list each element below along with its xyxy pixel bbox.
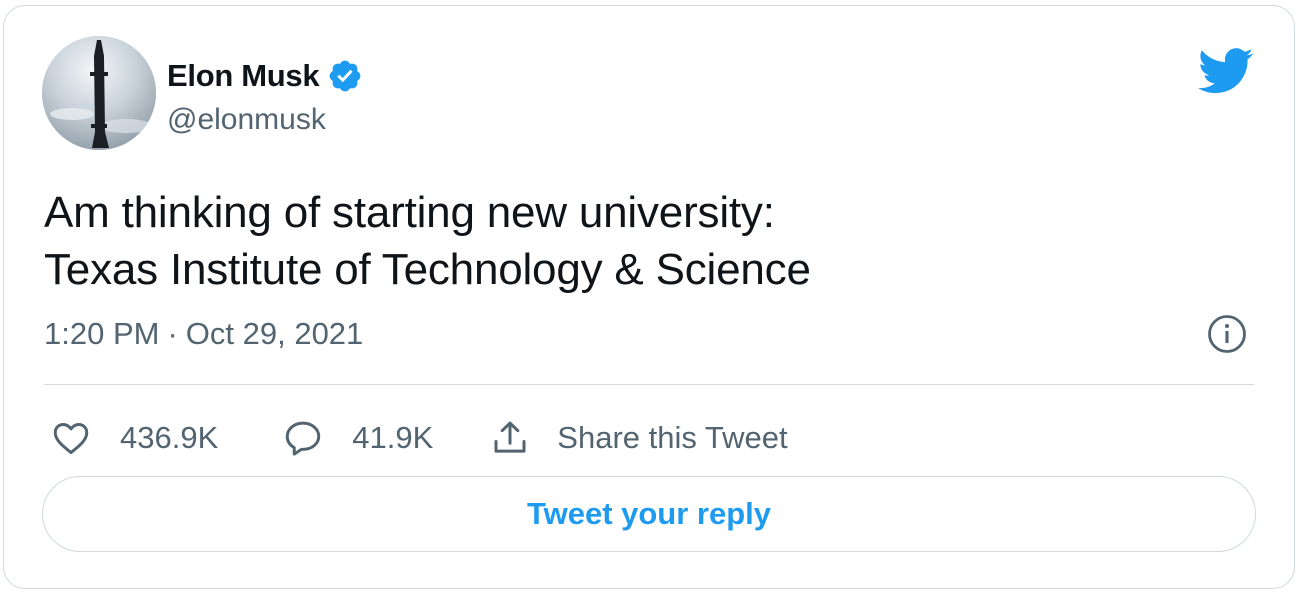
tweet-your-reply-button[interactable]: Tweet your reply bbox=[42, 476, 1256, 552]
reply-button[interactable]: 41.9K bbox=[282, 417, 433, 459]
share-upload-icon bbox=[494, 421, 526, 453]
speech-bubble-icon bbox=[286, 421, 321, 456]
author-name[interactable]: Elon Musk bbox=[167, 58, 320, 94]
twitter-bird-icon[interactable] bbox=[1198, 42, 1254, 98]
avatar[interactable] bbox=[42, 36, 156, 150]
heart-icon bbox=[53, 423, 89, 455]
tweet-timestamp[interactable]: 1:20 PM · Oct 29, 2021 bbox=[44, 316, 363, 352]
starship-avatar-icon bbox=[42, 36, 156, 150]
info-icon[interactable] bbox=[1206, 313, 1248, 355]
like-button[interactable]: 436.9K bbox=[50, 417, 218, 459]
tweet-actions: 436.9K 41.9K Share this Tweet bbox=[50, 413, 788, 463]
divider bbox=[44, 384, 1254, 385]
author-row: Elon Musk bbox=[167, 54, 363, 98]
tweet-date: Oct 29, 2021 bbox=[185, 316, 364, 351]
like-count: 436.9K bbox=[120, 420, 219, 455]
reply-count: 41.9K bbox=[352, 420, 434, 455]
share-label: Share this Tweet bbox=[557, 420, 788, 455]
share-button[interactable]: Share this Tweet bbox=[489, 417, 788, 459]
timestamp-separator: · bbox=[167, 316, 178, 351]
tweet-text: Am thinking of starting new university: … bbox=[44, 188, 811, 294]
author-handle[interactable]: @elonmusk bbox=[167, 103, 326, 137]
tweet-time: 1:20 PM bbox=[44, 316, 160, 351]
tweet-card: Elon Musk @elonmusk Am thinking of start… bbox=[3, 5, 1295, 589]
verified-badge-icon bbox=[329, 60, 361, 92]
